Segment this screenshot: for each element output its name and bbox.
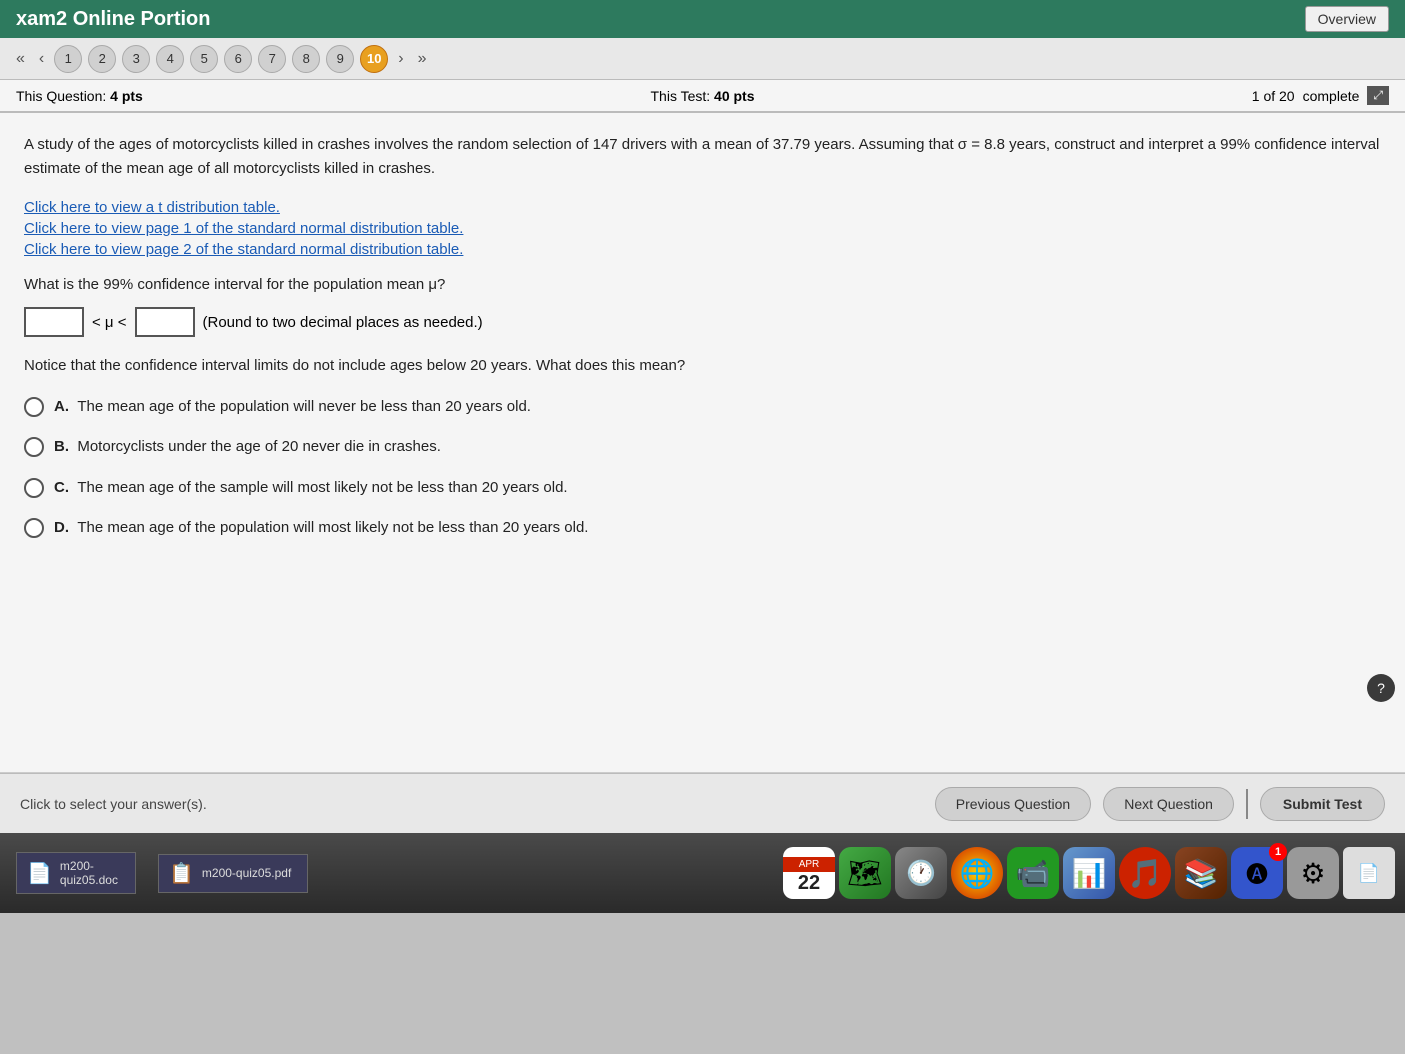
- nav-page-3[interactable]: 3: [122, 45, 150, 73]
- facetime-icon[interactable]: 📹: [1007, 847, 1059, 899]
- doc-file-label: m200-quiz05.doc: [60, 859, 125, 887]
- option-label-d: D. The mean age of the population will m…: [54, 517, 588, 540]
- taskbar-right-icons: APR 22 🗺 🕐 🌐 📹 📊 🎵 📚 🅐 1 ⚙ 📄: [783, 847, 1395, 899]
- nav-page-10[interactable]: 10: [360, 45, 388, 73]
- app-title: xam2 Online Portion: [16, 8, 210, 31]
- normal-dist-page2-link[interactable]: Click here to view page 2 of the standar…: [24, 241, 1381, 258]
- nav-page-6[interactable]: 6: [224, 45, 252, 73]
- submit-test-button[interactable]: Submit Test: [1260, 787, 1385, 821]
- calendar-icon[interactable]: APR 22: [783, 847, 835, 899]
- nav-page-1[interactable]: 1: [54, 45, 82, 73]
- document-icon[interactable]: 📄: [1343, 847, 1395, 899]
- expand-icon[interactable]: ⤢: [1367, 86, 1389, 105]
- nav-page-8[interactable]: 8: [292, 45, 320, 73]
- help-button[interactable]: ?: [1367, 674, 1395, 702]
- nav-page-2[interactable]: 2: [88, 45, 116, 73]
- progress-section: 1 of 20 complete ⤢: [931, 86, 1389, 105]
- header-bar: xam2 Online Portion Overview: [0, 0, 1405, 38]
- question-pts-section: This Question: 4 pts: [16, 88, 474, 104]
- option-label-b: B. Motorcyclists under the age of 20 nev…: [54, 436, 441, 459]
- test-pts-section: This Test: 40 pts: [474, 88, 932, 104]
- settings-icon[interactable]: ⚙: [1287, 847, 1339, 899]
- nav-first-button[interactable]: «: [12, 48, 29, 70]
- nav-bar: « ‹ 1 2 3 4 5 6 7 8 9 10 › »: [0, 38, 1405, 80]
- next-question-button[interactable]: Next Question: [1103, 787, 1234, 821]
- maps-icon[interactable]: 🗺: [839, 847, 891, 899]
- round-note: (Round to two decimal places as needed.): [203, 314, 483, 331]
- keynote-icon[interactable]: 📊: [1063, 847, 1115, 899]
- taskbar: 📄 m200-quiz05.doc 📋 m200-quiz05.pdf APR …: [0, 833, 1405, 913]
- option-label-c: C. The mean age of the sample will most …: [54, 477, 568, 500]
- nav-page-9[interactable]: 9: [326, 45, 354, 73]
- option-label-a: A. The mean age of the population will n…: [54, 396, 531, 419]
- option-row-b: B. Motorcyclists under the age of 20 nev…: [24, 436, 1381, 459]
- test-pts: 40 pts: [714, 88, 754, 104]
- bottom-bar: Click to select your answer(s). Previous…: [0, 773, 1405, 833]
- complete-label: complete: [1303, 88, 1360, 104]
- pdf-file-icon: 📋 m200-quiz05.pdf: [158, 854, 308, 893]
- divider: [1246, 789, 1248, 819]
- interval-lower-input[interactable]: [24, 307, 84, 337]
- prev-question-button[interactable]: Previous Question: [935, 787, 1091, 821]
- t-distribution-link[interactable]: Click here to view a t distribution tabl…: [24, 199, 1381, 216]
- music-icon[interactable]: 🎵: [1119, 847, 1171, 899]
- option-row-a: A. The mean age of the population will n…: [24, 396, 1381, 419]
- interval-upper-input[interactable]: [135, 307, 195, 337]
- interval-symbol: < μ <: [92, 314, 127, 331]
- bottom-buttons: Previous Question Next Question Submit T…: [935, 787, 1385, 821]
- option-row-c: C. The mean age of the sample will most …: [24, 477, 1381, 500]
- links-section: Click here to view a t distribution tabl…: [24, 199, 1381, 258]
- books-icon[interactable]: 📚: [1175, 847, 1227, 899]
- clock-icon[interactable]: 🕐: [895, 847, 947, 899]
- test-label: This Test:: [651, 88, 711, 104]
- chrome-icon[interactable]: 🌐: [951, 847, 1003, 899]
- pdf-file-label: m200-quiz05.pdf: [202, 866, 291, 880]
- nav-page-7[interactable]: 7: [258, 45, 286, 73]
- question-text: A study of the ages of motorcyclists kil…: [24, 133, 1381, 181]
- progress-text: 1 of 20: [1252, 88, 1295, 104]
- cal-day: 22: [798, 872, 820, 899]
- overview-button[interactable]: Overview: [1305, 6, 1389, 32]
- options-section: A. The mean age of the population will n…: [24, 396, 1381, 540]
- select-hint: Click to select your answer(s).: [20, 796, 207, 812]
- nav-last-button[interactable]: »: [414, 48, 431, 70]
- interval-row: < μ < (Round to two decimal places as ne…: [24, 307, 1381, 337]
- interval-question: What is the 99% confidence interval for …: [24, 276, 1381, 293]
- option-row-d: D. The mean age of the population will m…: [24, 517, 1381, 540]
- radio-c[interactable]: [24, 478, 44, 498]
- radio-d[interactable]: [24, 518, 44, 538]
- doc-file-icon: 📄 m200-quiz05.doc: [16, 852, 136, 894]
- taskbar-pdf-item[interactable]: 📋 m200-quiz05.pdf: [152, 850, 314, 897]
- question-label: This Question:: [16, 88, 106, 104]
- nav-prev-button[interactable]: ‹: [35, 48, 48, 70]
- question-pts: 4 pts: [110, 88, 143, 104]
- cal-month: APR: [783, 857, 835, 872]
- normal-dist-page1-link[interactable]: Click here to view page 1 of the standar…: [24, 220, 1381, 237]
- nav-page-4[interactable]: 4: [156, 45, 184, 73]
- radio-b[interactable]: [24, 437, 44, 457]
- appstore-icon[interactable]: 🅐 1: [1231, 847, 1283, 899]
- info-bar: This Question: 4 pts This Test: 40 pts 1…: [0, 80, 1405, 113]
- taskbar-doc-item[interactable]: 📄 m200-quiz05.doc: [10, 848, 142, 898]
- nav-page-5[interactable]: 5: [190, 45, 218, 73]
- radio-a[interactable]: [24, 397, 44, 417]
- nav-next-button[interactable]: ›: [394, 48, 407, 70]
- notice-text: Notice that the confidence interval limi…: [24, 355, 1381, 378]
- main-content: A study of the ages of motorcyclists kil…: [0, 113, 1405, 773]
